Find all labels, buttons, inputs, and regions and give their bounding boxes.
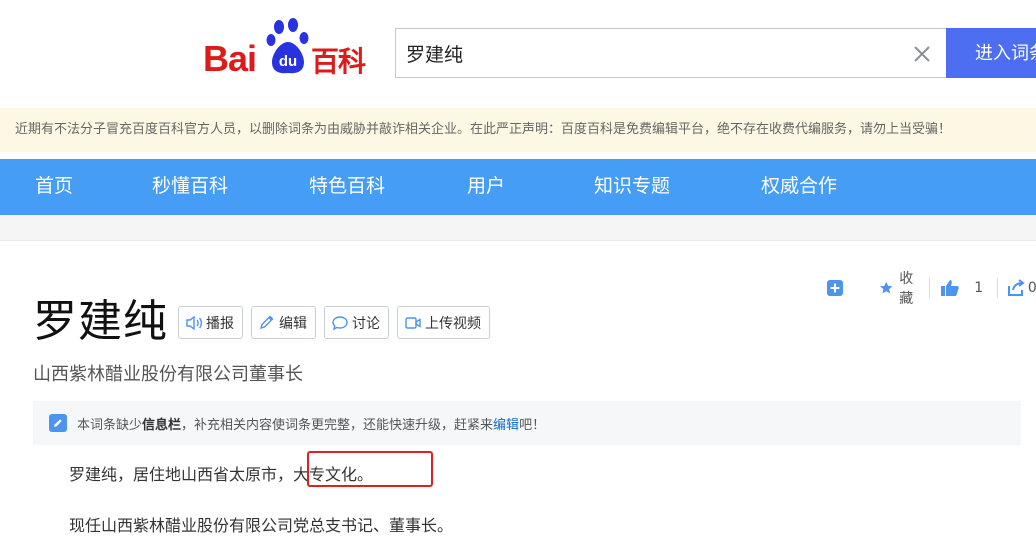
share-count: 0: [1027, 280, 1036, 296]
edit-label: 编辑: [279, 315, 307, 332]
discuss-button[interactable]: 讨论: [324, 306, 389, 339]
edit-button[interactable]: 编辑: [251, 306, 316, 339]
enter-entry-button[interactable]: 进入词条: [946, 28, 1036, 78]
close-x-icon[interactable]: [911, 43, 933, 65]
baidu-baike-logo[interactable]: Bai du 百科: [203, 18, 373, 79]
nav-item-home[interactable]: 首页: [35, 159, 73, 215]
entry-title: 罗建纯: [33, 296, 168, 347]
pencil-icon: [259, 315, 274, 329]
logo-du-text: du: [279, 53, 297, 70]
tip-prefix: 本词条缺少: [77, 417, 143, 433]
paragraph-2: 现任山西紫林醋业股份有限公司党总支书记、董事长。: [69, 516, 454, 535]
broadcast-label: 播报: [206, 315, 234, 332]
warning-notice: 近期有不法分子冒充百度百科官方人员，以删除词条为由威胁并敲诈相关企业。在此严正声…: [0, 108, 1036, 152]
main-nav: 首页 秒懂百科 特色百科 用户 知识专题 权威合作: [0, 159, 1036, 215]
paragraph-1-part-a: 罗建纯，居住地山西省太原市，: [69, 465, 294, 484]
nav-item-user[interactable]: 用户: [467, 159, 505, 215]
favorite-tool[interactable]: 收藏: [879, 268, 920, 308]
share-icon: [1007, 279, 1025, 296]
favorite-label: 收藏: [899, 271, 914, 307]
search-box: [395, 28, 946, 78]
baidu-paw-logo-icon: du: [266, 18, 309, 74]
broadcast-button[interactable]: 播报: [178, 306, 243, 339]
chat-bubble-icon: [332, 315, 348, 330]
video-camera-icon: [405, 316, 421, 329]
tip-suffix: 吧！: [519, 417, 546, 433]
edit-tip-icon: [49, 414, 67, 432]
missing-infobox-tip: 本词条缺少 信息栏 ，补充相关内容使词条更完整，还能快速升级，赶紧来 编辑 吧！: [33, 401, 1021, 445]
tip-middle: ，补充相关内容使词条更完整，还能快速升级，赶紧来: [181, 417, 494, 433]
title-buttons: 播报 编辑 讨论 上传视频: [178, 306, 490, 339]
like-count: 1: [974, 280, 984, 296]
tool-separator: [997, 278, 998, 298]
tool-separator: [929, 278, 931, 298]
nav-item-miaodong[interactable]: 秒懂百科: [152, 159, 228, 215]
star-icon: [879, 281, 893, 294]
share-tool[interactable]: 0: [1006, 278, 1036, 298]
entry-tools: 收藏 1 0: [826, 271, 1036, 307]
logo-bai-text: Bai: [203, 38, 257, 79]
tip-edit-link[interactable]: 编辑: [493, 414, 519, 433]
add-entry-tool[interactable]: [826, 279, 844, 297]
upload-video-label: 上传视频: [425, 315, 481, 332]
speaker-icon: [186, 315, 203, 330]
discuss-label: 讨论: [352, 315, 380, 332]
nav-item-special[interactable]: 特色百科: [309, 159, 385, 215]
thumbs-up-icon: [941, 280, 959, 296]
plus-square-icon: [827, 280, 843, 296]
tip-bold: 信息栏: [142, 417, 182, 433]
divider-stripe: [0, 215, 1036, 241]
nav-item-topics[interactable]: 知识专题: [594, 159, 670, 215]
logo-baike-text: 百科: [311, 45, 366, 78]
search-input[interactable]: [406, 29, 886, 77]
nav-item-cooperation[interactable]: 权威合作: [761, 159, 837, 215]
entry-subtitle: 山西紫林醋业股份有限公司董事长: [33, 364, 303, 385]
like-tool[interactable]: 1: [940, 278, 983, 298]
highlight-box: [307, 451, 433, 487]
header: Bai du 百科 进入词条: [0, 0, 1036, 108]
upload-video-button[interactable]: 上传视频: [397, 306, 490, 339]
